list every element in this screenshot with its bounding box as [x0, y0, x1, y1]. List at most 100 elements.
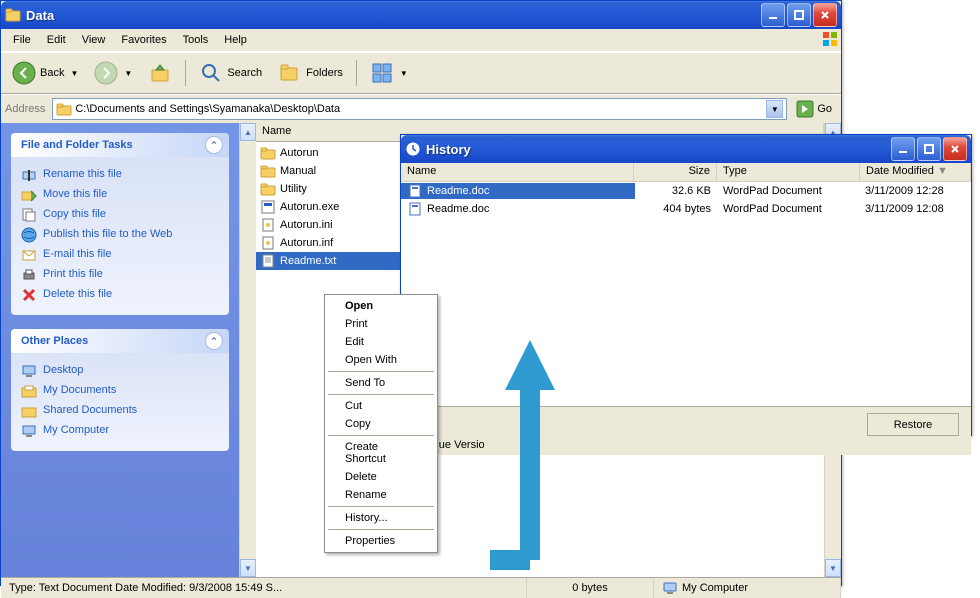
titlebar[interactable]: Data	[1, 1, 841, 29]
rename-icon	[21, 167, 37, 183]
task-link[interactable]: Publish this file to the Web	[21, 225, 219, 245]
history-row[interactable]: Readme.doc32.6 KBWordPad Document3/11/20…	[401, 182, 971, 200]
collapse-icon[interactable]: ⌃	[205, 332, 223, 350]
minimize-button[interactable]	[891, 137, 915, 161]
col-date[interactable]: Date Modified ▼	[860, 163, 971, 181]
search-button[interactable]: Search	[194, 58, 267, 88]
file-icon	[260, 217, 276, 233]
folder-icon	[5, 7, 21, 23]
sidebar-scrollbar[interactable]: ▲ ▼	[239, 123, 256, 577]
task-link[interactable]: Move this file	[21, 185, 219, 205]
ctx-copy[interactable]: Copy	[327, 415, 435, 433]
ctx-history-[interactable]: History...	[327, 509, 435, 527]
address-combo[interactable]: C:\Documents and Settings\Syamanaka\Desk…	[52, 98, 787, 120]
history-titlebar[interactable]: History	[401, 135, 971, 163]
place-link[interactable]: Desktop	[21, 361, 219, 381]
hist-size: 32.6 KB	[635, 185, 717, 197]
scroll-up-icon[interactable]: ▲	[240, 123, 256, 141]
separator	[328, 371, 434, 372]
chevron-down-icon[interactable]: ▼	[766, 100, 783, 118]
col-size[interactable]: Size	[634, 163, 717, 181]
close-button[interactable]	[813, 3, 837, 27]
hist-date: 3/11/2009 12:28	[859, 185, 971, 197]
task-label: Rename this file	[43, 167, 122, 182]
separator	[356, 60, 357, 86]
collapse-icon[interactable]: ⌃	[205, 136, 223, 154]
ctx-open[interactable]: Open	[327, 297, 435, 315]
print-icon	[21, 267, 37, 283]
ctx-edit[interactable]: Edit	[327, 333, 435, 351]
close-button[interactable]	[943, 137, 967, 161]
task-link[interactable]: Rename this file	[21, 165, 219, 185]
chevron-down-icon: ▼	[400, 69, 408, 78]
folders-button[interactable]: Folders	[273, 58, 348, 88]
ctx-rename[interactable]: Rename	[327, 486, 435, 504]
file-name: Autorun	[280, 147, 319, 159]
hist-name: Readme.doc	[427, 203, 489, 215]
place-link[interactable]: My Computer	[21, 421, 219, 441]
file-name: Manual	[280, 165, 316, 177]
go-button[interactable]: Go	[791, 98, 837, 120]
menu-help[interactable]: Help	[216, 31, 255, 49]
task-link[interactable]: Copy this file	[21, 205, 219, 225]
menu-edit[interactable]: Edit	[39, 31, 74, 49]
maximize-button[interactable]	[917, 137, 941, 161]
separator	[328, 394, 434, 395]
ctx-create-shortcut[interactable]: Create Shortcut	[327, 438, 435, 468]
ctx-send-to[interactable]: Send To	[327, 374, 435, 392]
file-name: Autorun.ini	[280, 219, 333, 231]
back-button[interactable]: Back ▼	[7, 58, 83, 88]
task-link[interactable]: Print this file	[21, 265, 219, 285]
ctx-print[interactable]: Print	[327, 315, 435, 333]
places-title: Other Places	[21, 335, 88, 347]
places-header[interactable]: Other Places ⌃	[11, 329, 229, 353]
window-title: Data	[26, 8, 761, 23]
place-link[interactable]: My Documents	[21, 381, 219, 401]
computer-icon	[662, 580, 678, 596]
restore-button[interactable]: Restore	[867, 413, 959, 436]
task-label: Copy this file	[43, 207, 106, 222]
maximize-button[interactable]	[787, 3, 811, 27]
file-icon	[260, 145, 276, 161]
task-link[interactable]: Delete this file	[21, 285, 219, 305]
menu-tools[interactable]: Tools	[175, 31, 217, 49]
scroll-down-icon[interactable]: ▼	[240, 559, 256, 577]
col-type[interactable]: Type	[717, 163, 860, 181]
copy-icon	[21, 207, 37, 223]
up-button[interactable]	[143, 58, 177, 88]
col-name[interactable]: Name	[401, 163, 634, 181]
menu-favorites[interactable]: Favorites	[113, 31, 174, 49]
hist-size: 404 bytes	[635, 203, 717, 215]
tasks-title: File and Folder Tasks	[21, 139, 133, 151]
ctx-properties[interactable]: Properties	[327, 532, 435, 550]
hist-type: WordPad Document	[717, 185, 859, 197]
toolbar: Back ▼ ▼ Search Folders ▼	[1, 52, 841, 94]
views-button[interactable]: ▼	[365, 58, 413, 88]
address-label: Address	[5, 103, 45, 115]
place-label: My Computer	[43, 423, 109, 438]
file-name: Readme.txt	[280, 255, 336, 267]
file-icon	[260, 235, 276, 251]
history-columns[interactable]: Name Size Type Date Modified ▼	[401, 163, 971, 182]
menu-file[interactable]: File	[5, 31, 39, 49]
file-icon	[260, 181, 276, 197]
task-link[interactable]: E-mail this file	[21, 245, 219, 265]
scroll-down-icon[interactable]: ▼	[825, 559, 841, 577]
computer-icon	[21, 423, 37, 439]
context-menu: OpenPrintEditOpen With Send To CutCopy Crea…	[324, 294, 438, 553]
minimize-button[interactable]	[761, 3, 785, 27]
ctx-open-with[interactable]: Open With	[327, 351, 435, 369]
email-icon	[21, 247, 37, 263]
folder-icon	[56, 101, 72, 117]
address-path: C:\Documents and Settings\Syamanaka\Desk…	[75, 103, 340, 115]
forward-button[interactable]: ▼	[89, 58, 137, 88]
place-link[interactable]: Shared Documents	[21, 401, 219, 421]
file-name: Utility	[280, 183, 307, 195]
history-row[interactable]: Readme.doc404 bytesWordPad Document3/11/…	[401, 200, 971, 218]
task-label: Print this file	[43, 267, 103, 282]
ctx-delete[interactable]: Delete	[327, 468, 435, 486]
chevron-down-icon: ▼	[124, 69, 132, 78]
tasks-header[interactable]: File and Folder Tasks ⌃	[11, 133, 229, 157]
ctx-cut[interactable]: Cut	[327, 397, 435, 415]
menu-view[interactable]: View	[74, 31, 114, 49]
